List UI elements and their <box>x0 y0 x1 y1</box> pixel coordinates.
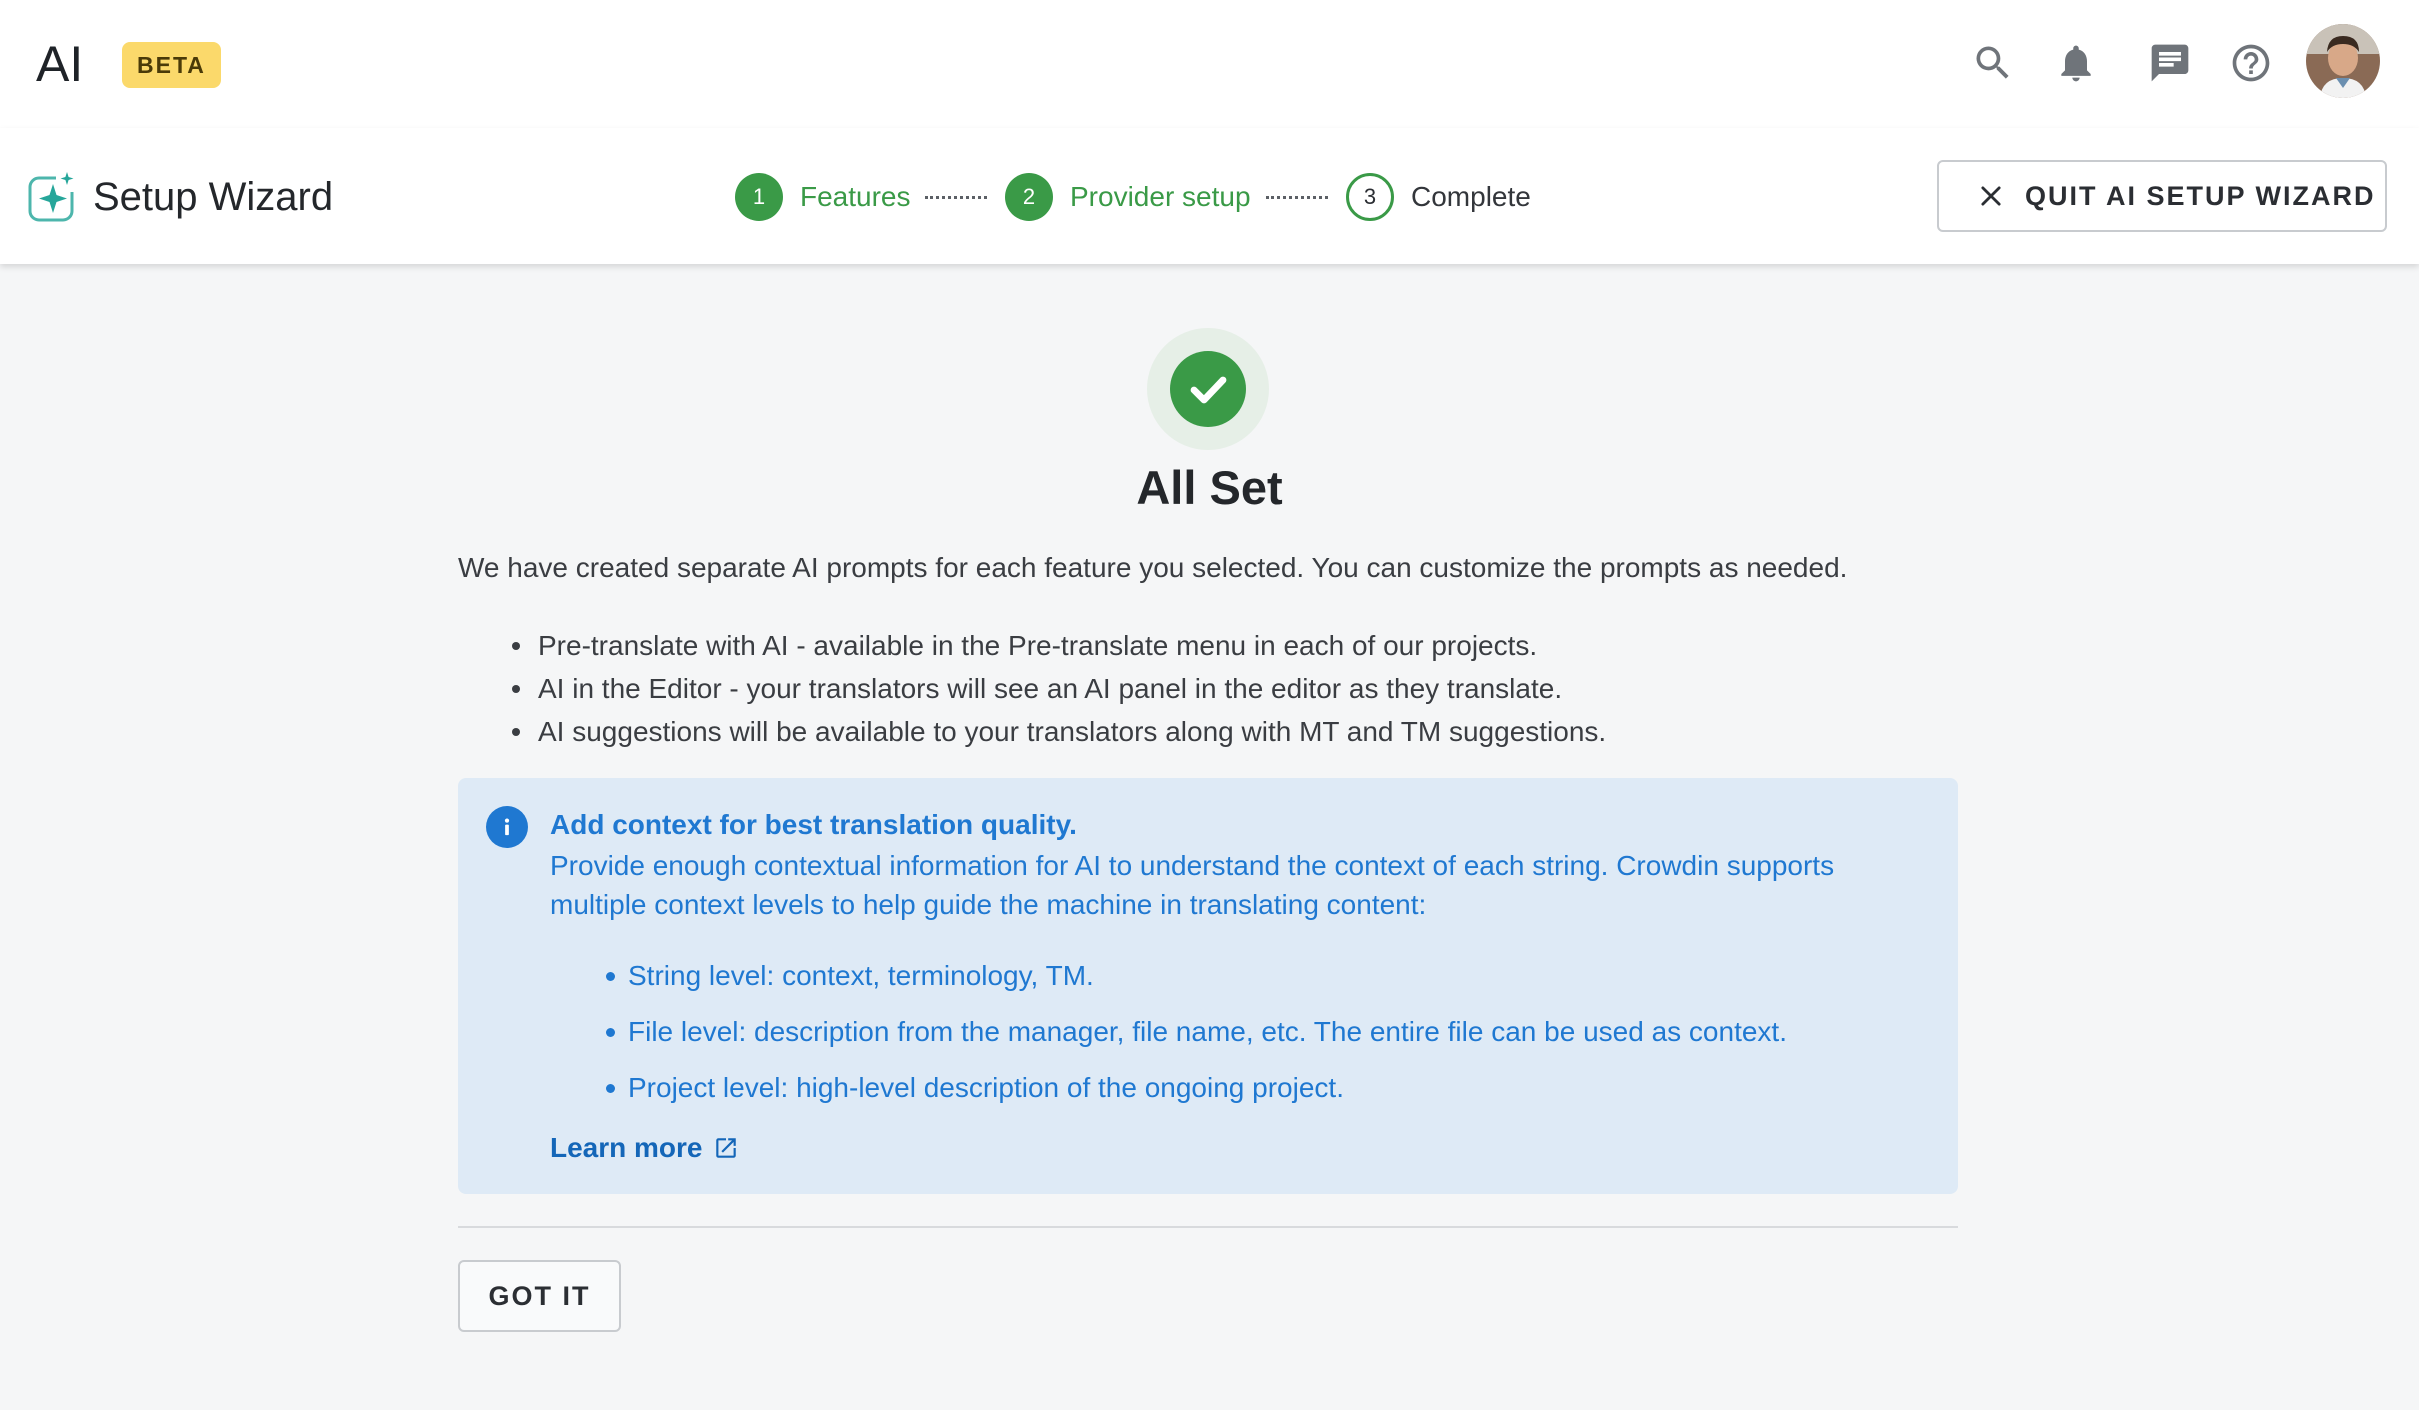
wizard-header: Setup Wizard 1 Features 2 Provider setup… <box>0 128 2419 264</box>
bell-icon[interactable] <box>2049 36 2103 90</box>
success-icon-wrapper <box>1147 328 1269 450</box>
info-icon <box>486 806 528 848</box>
info-title: Add context for best translation quality… <box>550 809 1077 840</box>
app-title: AI <box>36 36 84 92</box>
external-link-icon <box>715 1138 736 1158</box>
list-item: Pre-translate with AI - available in the… <box>510 624 1606 667</box>
step-label: Provider setup <box>1070 181 1251 212</box>
step-provider-setup[interactable]: 2 Provider setup <box>1005 173 1251 221</box>
quit-wizard-button[interactable]: QUIT AI SETUP WIZARD <box>1937 160 2387 232</box>
page-title: All Set <box>1136 461 1283 514</box>
got-it-button[interactable]: GOT IT <box>458 1260 621 1332</box>
step-connector <box>1266 196 1328 199</box>
step-number: 2 <box>1005 173 1053 221</box>
step-complete[interactable]: 3 Complete <box>1346 173 1531 221</box>
list-item: Project level: high-level description of… <box>606 1060 1787 1116</box>
help-icon[interactable] <box>2224 36 2278 90</box>
step-label: Features <box>800 181 911 212</box>
top-bar: AI BETA <box>0 0 2419 128</box>
list-item: AI suggestions will be available to your… <box>510 710 1606 753</box>
wizard-title: Setup Wizard <box>93 175 334 219</box>
list-item: AI in the Editor - your translators will… <box>510 667 1606 710</box>
chat-icon[interactable] <box>2143 36 2197 90</box>
feature-list: Pre-translate with AI - available in the… <box>510 624 1606 753</box>
list-item: File level: description from the manager… <box>606 1004 1787 1060</box>
search-icon[interactable] <box>1966 36 2020 90</box>
step-label: Complete <box>1411 181 1531 212</box>
beta-badge: BETA <box>122 42 221 88</box>
step-connector <box>925 196 987 199</box>
user-avatar[interactable] <box>2306 24 2380 98</box>
info-text: Provide enough contextual information fo… <box>550 850 1835 920</box>
learn-more-link[interactable]: Learn more <box>550 1130 739 1166</box>
quit-wizard-label: QUIT AI SETUP WIZARD <box>2025 180 2376 211</box>
step-number: 3 <box>1346 173 1394 221</box>
ai-sparkle-icon <box>28 170 80 222</box>
divider <box>458 1226 1958 1228</box>
intro-text: We have created separate AI prompts for … <box>458 552 1848 583</box>
learn-more-label: Learn more <box>550 1132 703 1163</box>
info-panel: Add context for best translation quality… <box>458 778 1958 1194</box>
list-item: String level: context, terminology, TM. <box>606 948 1787 1004</box>
checkmark-icon <box>1190 376 1227 404</box>
context-level-list: String level: context, terminology, TM. … <box>606 948 1787 1116</box>
close-icon <box>1981 186 2001 206</box>
step-number: 1 <box>735 173 783 221</box>
step-features[interactable]: 1 Features <box>735 173 911 221</box>
